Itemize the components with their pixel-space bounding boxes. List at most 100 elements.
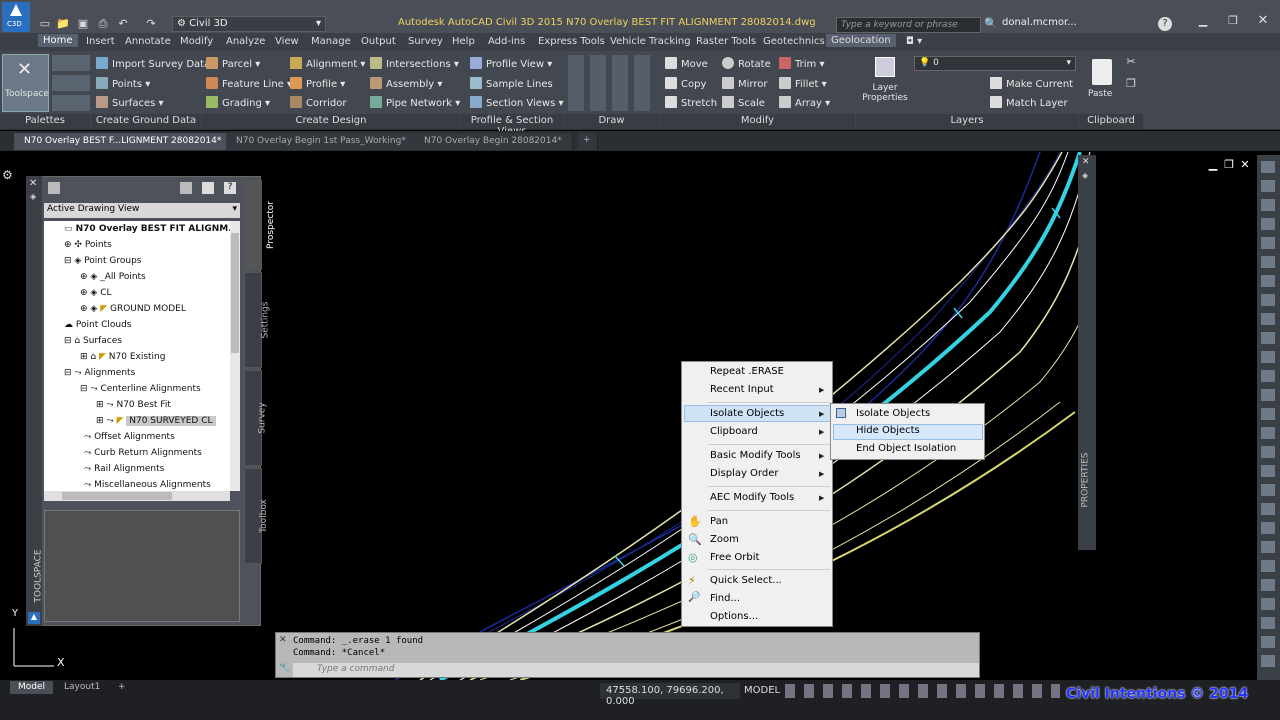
- submenu-hide-objects[interactable]: Hide Objects: [856, 425, 920, 436]
- surfaces-button[interactable]: Surfaces ▾: [96, 96, 164, 109]
- mirror-button[interactable]: Mirror: [722, 77, 767, 90]
- corridor-button[interactable]: Corridor: [290, 96, 347, 109]
- tab-add-ins[interactable]: Add-ins: [488, 36, 525, 47]
- assembly-button[interactable]: Assembly ▾: [370, 77, 442, 90]
- tab-toolbox[interactable]: Toolbox: [244, 468, 269, 564]
- tree-item-curb-return-alignments[interactable]: ⤳ Curb Return Alignments: [84, 448, 202, 458]
- menu-item-quick-select[interactable]: Quick Select...: [710, 575, 782, 586]
- autohide-icon[interactable]: ◈: [1082, 171, 1088, 180]
- make-current-button[interactable]: Make Current: [990, 77, 1073, 90]
- tree-item-n70-best-fit[interactable]: ⊞ ⤳ N70 Best Fit: [96, 400, 171, 410]
- move-button[interactable]: Move: [665, 57, 708, 70]
- layer-properties-button[interactable]: Layer Properties: [862, 55, 908, 111]
- section-views-button[interactable]: Section Views ▾: [470, 96, 563, 109]
- view-select[interactable]: Active Drawing View ▾: [44, 203, 240, 218]
- print-icon[interactable]: ⎙: [96, 17, 110, 31]
- match-layer-button[interactable]: Match Layer: [990, 96, 1068, 109]
- tab-survey[interactable]: Survey: [408, 36, 443, 47]
- scale-button[interactable]: Scale: [722, 96, 765, 109]
- doc-tab-best-fit[interactable]: N70 Overlay BEST F...LIGNMENT 28082014*: [14, 133, 233, 150]
- close-icon[interactable]: ✕: [279, 635, 287, 645]
- menu-item-free-orbit[interactable]: Free Orbit: [710, 552, 759, 563]
- save-icon[interactable]: ▣: [76, 17, 90, 31]
- submenu-isolate-objects[interactable]: Isolate Objects: [856, 408, 930, 419]
- toggle-icon[interactable]: [48, 182, 60, 194]
- tab-settings[interactable]: Settings: [244, 272, 270, 368]
- user-account[interactable]: donal.mcmor...: [1002, 17, 1077, 28]
- list-view-icon[interactable]: [202, 182, 214, 194]
- rotate-button[interactable]: Rotate: [722, 57, 771, 70]
- settings-icon[interactable]: 🔧: [279, 663, 290, 673]
- paste-button[interactable]: Paste: [1086, 55, 1118, 111]
- search-input[interactable]: Type a keyword or phrase: [836, 17, 981, 33]
- ribbon-toggle-icon[interactable]: ◘ ▾: [906, 36, 922, 47]
- menu-item-zoom[interactable]: Zoom: [710, 534, 739, 545]
- toolspace-titlebar[interactable]: ✕ ◈ TOOLSPACE ▲: [26, 176, 44, 626]
- panel-modify[interactable]: Modify: [660, 114, 855, 129]
- parcel-button[interactable]: Parcel ▾: [206, 57, 260, 70]
- menu-item-display-order[interactable]: Display Order: [710, 468, 778, 479]
- doc-tab-1st-pass[interactable]: N70 Overlay Begin 1st Pass_Working*: [226, 133, 417, 150]
- array-button[interactable]: Array ▾: [779, 96, 830, 109]
- close-icon[interactable]: ✕: [1256, 14, 1270, 28]
- tab-vehicle-tracking[interactable]: Vehicle Tracking: [610, 36, 691, 47]
- tree-item-rail-alignments[interactable]: ⤳ Rail Alignments: [84, 464, 164, 474]
- help-icon[interactable]: ?: [1158, 17, 1172, 31]
- right-toolbar[interactable]: [1257, 155, 1280, 680]
- tree-item-all-points[interactable]: ⊕ ◈ _All Points: [80, 272, 146, 282]
- menu-item-repeat-erase[interactable]: Repeat .ERASE: [710, 366, 784, 377]
- tab-layout1[interactable]: Layout1: [56, 681, 108, 694]
- import-survey-data-button[interactable]: Import Survey Data: [96, 57, 210, 70]
- new-tab-button[interactable]: +: [578, 133, 598, 150]
- coordinates-readout[interactable]: 47558.100, 79696.200, 0.000: [600, 683, 740, 707]
- minimize-icon[interactable]: ▁: [1196, 14, 1210, 28]
- pipe-network-button[interactable]: Pipe Network ▾: [370, 96, 460, 109]
- tree-item-points[interactable]: ⊕ ✣ Points: [64, 240, 112, 250]
- sample-lines-button[interactable]: Sample Lines: [470, 77, 553, 90]
- open-icon[interactable]: 📁: [56, 17, 70, 31]
- canvas-restore-icon[interactable]: ❐: [1222, 158, 1236, 172]
- tab-output[interactable]: Output: [361, 36, 396, 47]
- tree-item-n70-existing[interactable]: ⊞ ⌂ ◤ N70 Existing: [80, 352, 165, 362]
- layer-select[interactable]: 💡 0 ▾: [914, 56, 1076, 71]
- tab-manage[interactable]: Manage: [311, 36, 351, 47]
- undo-icon[interactable]: ↶: [116, 17, 130, 31]
- tree-horizontal-scrollbar[interactable]: [44, 491, 230, 501]
- panel-create-ground-data[interactable]: Create Ground Data: [91, 114, 201, 129]
- menu-item-clipboard[interactable]: Clipboard: [710, 426, 758, 437]
- menu-item-recent-input[interactable]: Recent Input: [710, 384, 774, 395]
- redo-icon[interactable]: ↷: [144, 17, 158, 31]
- menu-item-find[interactable]: Find...: [710, 593, 740, 604]
- fillet-button[interactable]: Fillet ▾: [779, 77, 827, 90]
- menu-item-options[interactable]: Options...: [710, 611, 758, 622]
- tool-icons[interactable]: [1261, 161, 1275, 671]
- tree-item-centerline-alignments[interactable]: ⊟ ⤳ Centerline Alignments: [80, 384, 201, 394]
- copy-clip-icon[interactable]: ❐: [1124, 77, 1138, 91]
- tab-help[interactable]: Help: [452, 36, 475, 47]
- points-button[interactable]: Points ▾: [96, 77, 150, 90]
- tree-item-point-groups[interactable]: ⊟ ◈ Point Groups: [64, 256, 141, 266]
- tree-item-point-clouds[interactable]: ☁ Point Clouds: [64, 320, 131, 330]
- tab-insert[interactable]: Insert: [86, 36, 115, 47]
- draw-tools[interactable]: [568, 55, 656, 111]
- alignment-button[interactable]: Alignment ▾: [290, 57, 365, 70]
- tree-item-ground-model[interactable]: ⊕ ◈ ◤ GROUND MODEL: [80, 304, 186, 314]
- add-layout-button[interactable]: +: [110, 681, 134, 694]
- properties-palette[interactable]: ✕ ◈ PROPERTIES: [1078, 155, 1096, 550]
- status-toggles[interactable]: [785, 684, 1060, 698]
- tree-item-surfaces[interactable]: ⊟ ⌂ Surfaces: [64, 336, 122, 346]
- tree-vertical-scrollbar[interactable]: [230, 221, 240, 491]
- new-icon[interactable]: ▭: [38, 17, 52, 31]
- restore-icon[interactable]: ❐: [1226, 14, 1240, 28]
- command-input[interactable]: Type a command: [293, 663, 979, 677]
- copy-button[interactable]: Copy: [665, 77, 706, 90]
- tab-home[interactable]: Home: [38, 34, 78, 47]
- viewcube-icon[interactable]: ⚙: [2, 168, 13, 182]
- tree-item-n70-surveyed-cl[interactable]: ⊞ ⤳ ◤ N70 SURVEYED CL: [96, 416, 216, 426]
- tab-express-tools[interactable]: Express Tools: [538, 36, 605, 47]
- tree-item-misc-alignments[interactable]: ⤳ Miscellaneous Alignments: [84, 480, 211, 490]
- menu-item-basic-modify-tools[interactable]: Basic Modify Tools: [710, 450, 801, 461]
- panel-profile-section-views[interactable]: Profile & Section Views: [461, 114, 563, 137]
- menu-item-pan[interactable]: Pan: [710, 516, 728, 527]
- tab-raster-tools[interactable]: Raster Tools: [696, 36, 756, 47]
